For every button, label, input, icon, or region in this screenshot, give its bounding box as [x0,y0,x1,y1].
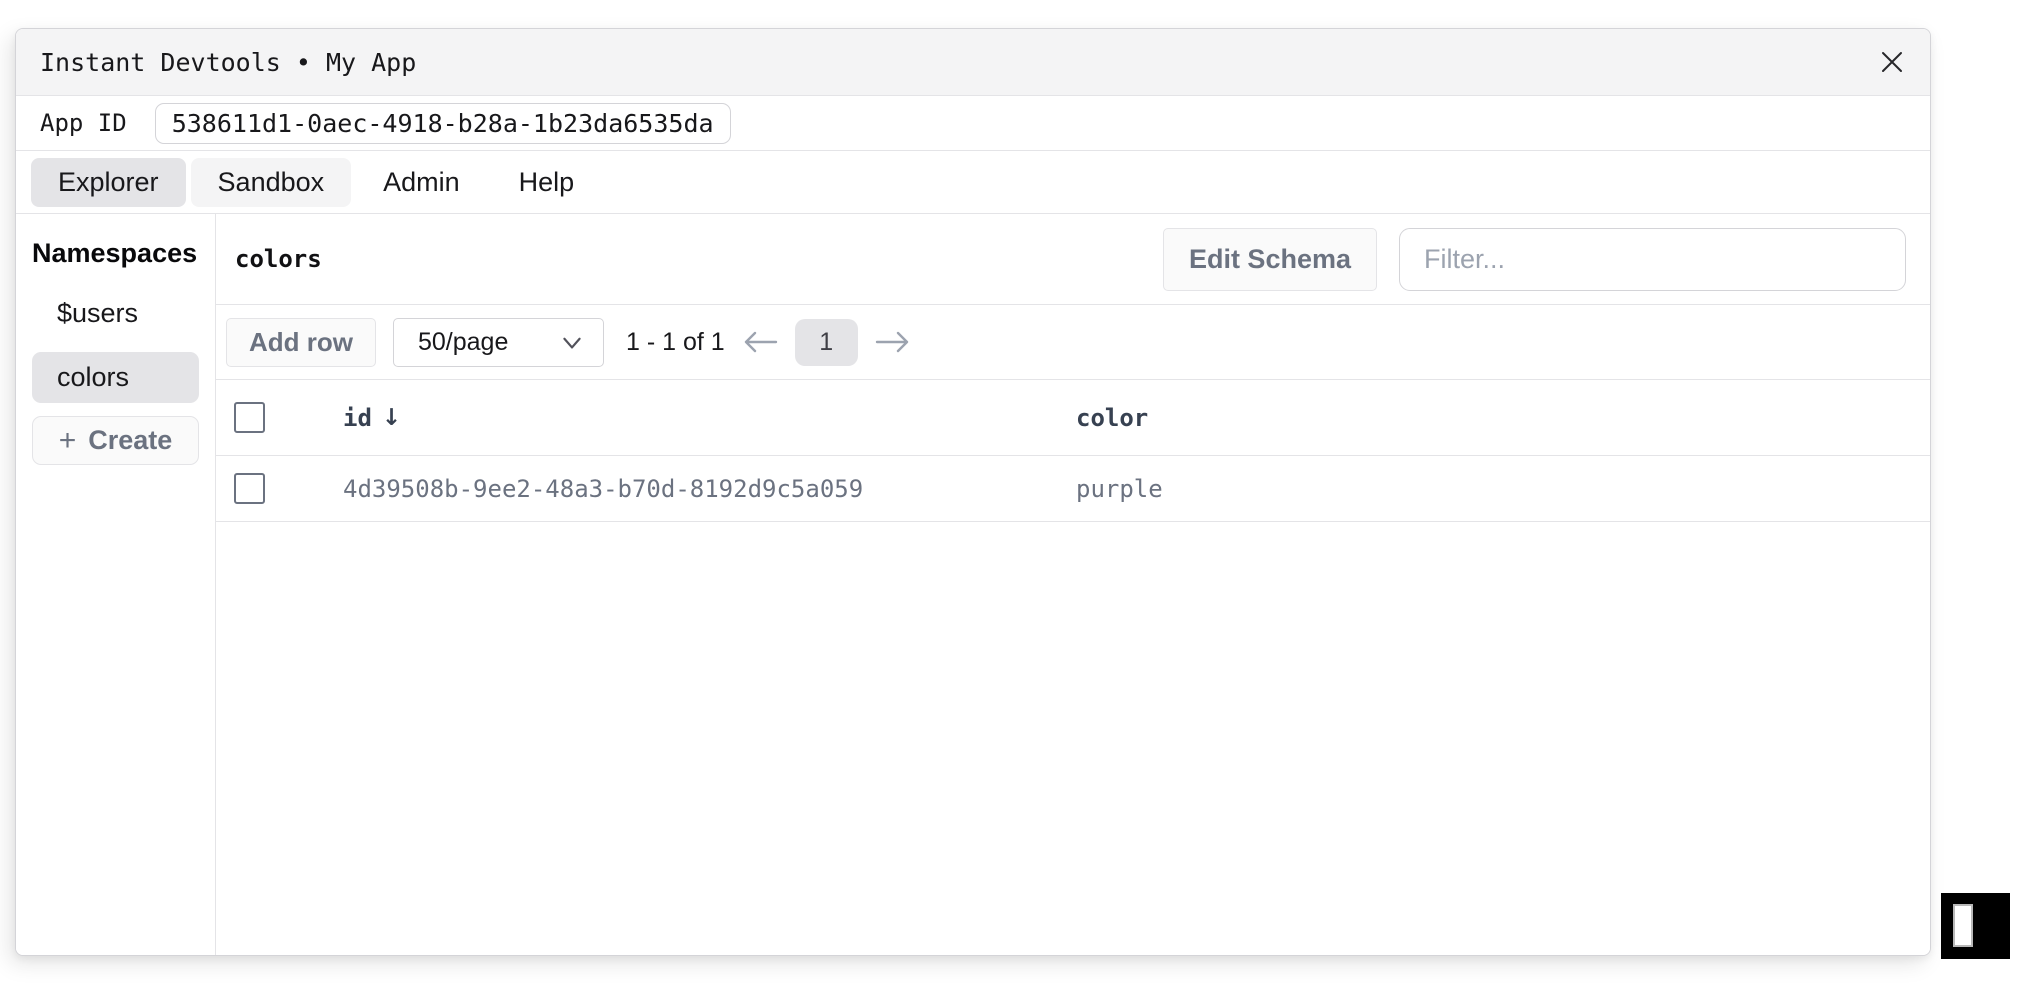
table-toolbar: Add row 50/page 1 - 1 of 1 1 [216,305,1930,380]
chevron-down-icon [559,329,585,355]
instant-logo-icon [1953,904,1973,947]
namespace-header: colors Edit Schema [216,214,1930,305]
cell-color[interactable]: purple [1076,475,1930,503]
filter-input[interactable] [1399,228,1906,291]
tab-help[interactable]: Help [492,158,602,207]
next-page-icon[interactable] [875,329,911,355]
table-header-row: id ↓ color [216,380,1930,456]
row-checkbox[interactable] [234,473,265,504]
prev-page-icon[interactable] [742,329,778,355]
window-title: Instant Devtools • My App [40,48,416,77]
titlebar: Instant Devtools • My App [16,29,1930,96]
table-empty-space [216,522,1930,955]
namespace-title: colors [235,245,1141,273]
add-row-button[interactable]: Add row [226,318,376,367]
select-all-checkbox[interactable] [234,402,265,433]
content-area: Namespaces $users colors + Create colors… [16,214,1930,955]
create-namespace-label: Create [88,425,172,456]
app-id-row: App ID 538611d1-0aec-4918-b28a-1b23da653… [16,96,1930,151]
close-icon[interactable] [1878,48,1906,76]
sidebar-item-colors[interactable]: colors [32,352,199,403]
main-panel: colors Edit Schema Add row 50/page 1 - 1… [216,214,1930,955]
column-header-id[interactable]: id ↓ [343,404,1076,432]
tab-bar: Explorer Sandbox Admin Help [16,151,1930,214]
tab-sandbox[interactable]: Sandbox [191,158,352,207]
instant-logo-button[interactable] [1941,893,2010,959]
namespaces-heading: Namespaces [32,232,199,275]
column-header-color[interactable]: color [1076,404,1930,432]
sidebar: Namespaces $users colors + Create [16,214,216,955]
page-size-value: 50/page [418,328,508,357]
edit-schema-button[interactable]: Edit Schema [1163,228,1377,291]
sort-desc-icon: ↓ [382,405,401,431]
tab-explorer[interactable]: Explorer [31,158,186,207]
app-id-value[interactable]: 538611d1-0aec-4918-b28a-1b23da6535da [155,103,731,144]
app-id-label: App ID [40,109,127,137]
page-1-button[interactable]: 1 [795,319,858,366]
create-namespace-button[interactable]: + Create [32,416,199,465]
plus-icon: + [59,426,77,456]
devtools-panel: Instant Devtools • My App App ID 538611d… [15,28,1931,956]
pagination-range: 1 - 1 of 1 [626,328,725,357]
page-size-select[interactable]: 50/page [393,318,604,367]
tab-admin[interactable]: Admin [356,158,487,207]
sidebar-item-users[interactable]: $users [32,288,199,339]
table-row: 4d39508b-9ee2-48a3-b70d-8192d9c5a059 pur… [216,456,1930,522]
cell-id[interactable]: 4d39508b-9ee2-48a3-b70d-8192d9c5a059 [343,475,1076,503]
